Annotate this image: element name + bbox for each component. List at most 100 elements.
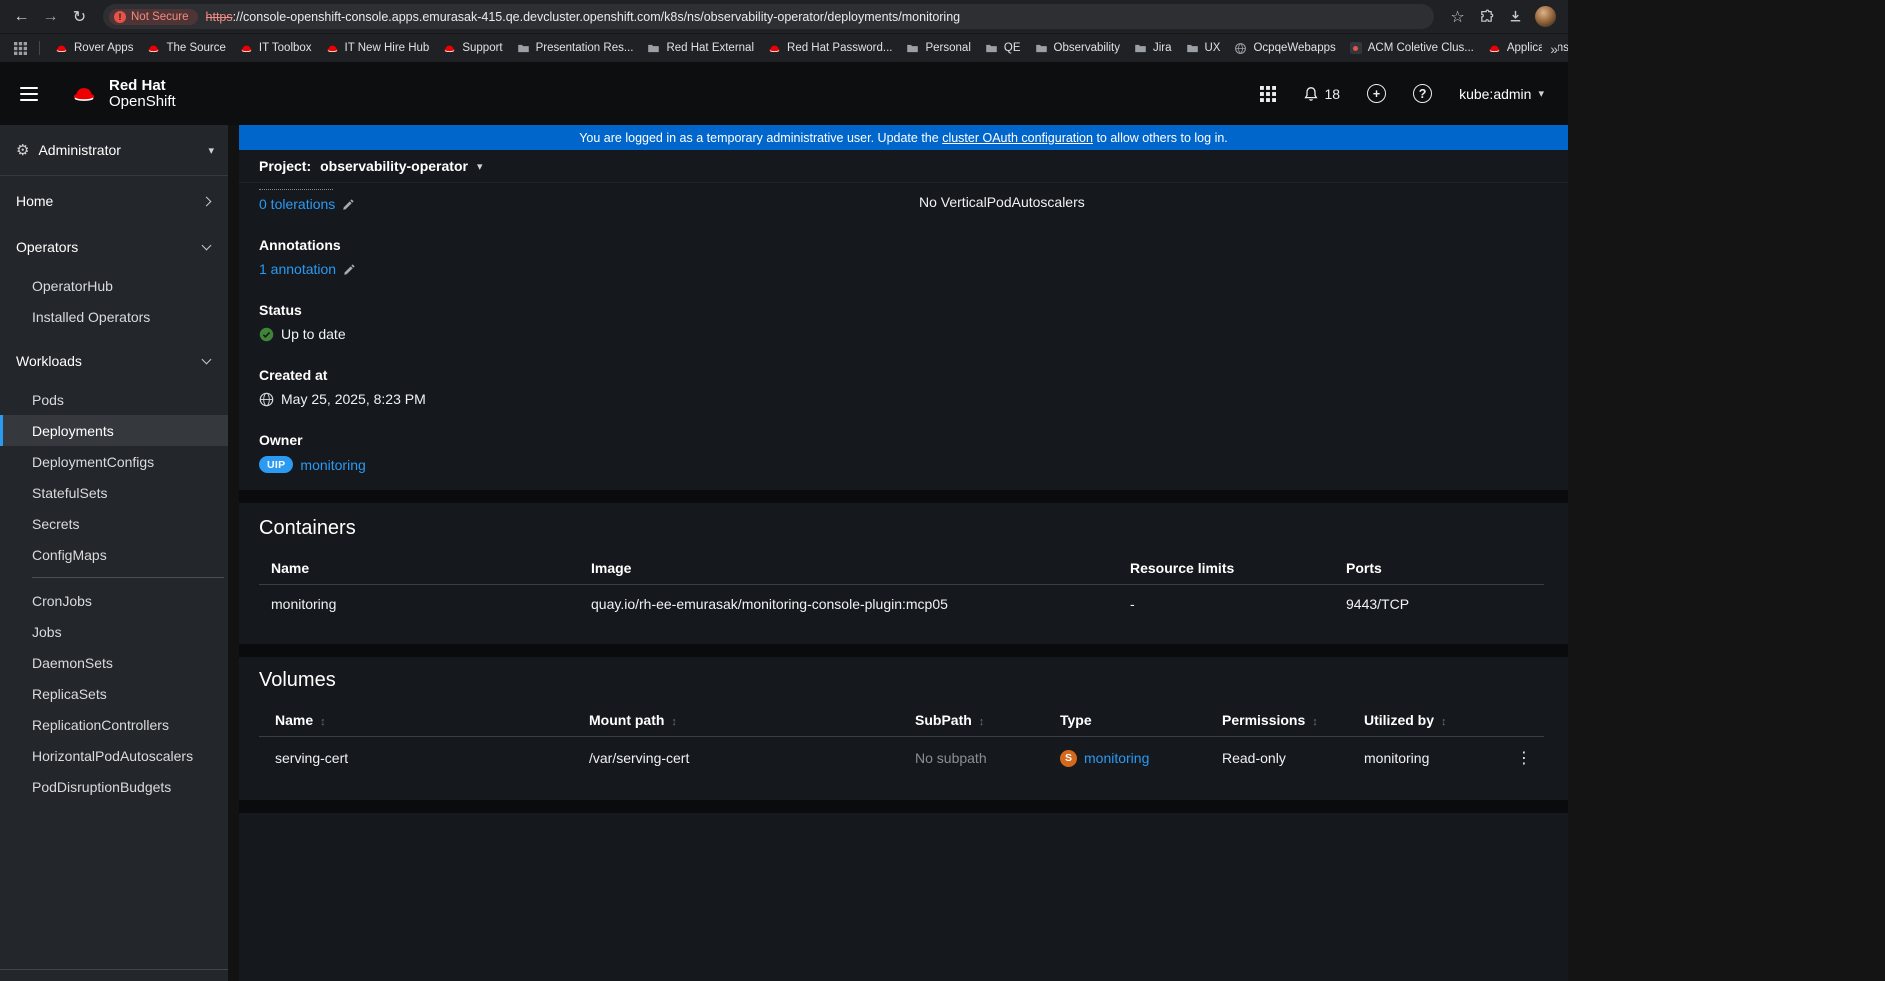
brand-line2: OpenShift xyxy=(109,92,176,110)
sidebar-item-replicasets[interactable]: ReplicaSets xyxy=(0,678,228,709)
sidebar: ⚙ Administrator ▾ Home Operators Operato… xyxy=(0,125,228,981)
volume-type: S monitoring xyxy=(1044,737,1206,780)
sidebar-item-deployments[interactable]: Deployments xyxy=(0,415,228,446)
edit-pencil-icon[interactable] xyxy=(343,263,356,276)
sort-icon[interactable]: ↕ xyxy=(671,716,677,728)
sidebar-item-pods[interactable]: Pods xyxy=(0,384,228,415)
project-value[interactable]: observability-operator xyxy=(320,158,468,174)
security-chip[interactable]: ! Not Secure xyxy=(109,8,198,25)
perspective-switcher[interactable]: ⚙ Administrator ▾ xyxy=(0,125,228,176)
help-icon[interactable]: ? xyxy=(1413,84,1433,103)
bookmark-item[interactable]: UX xyxy=(1180,39,1227,58)
menu-toggle-icon[interactable] xyxy=(20,77,54,111)
col-header-permissions[interactable]: Permissions ↕ xyxy=(1206,704,1348,737)
annotations-label: Annotations xyxy=(259,237,341,253)
bookmark-item[interactable]: Red Hat Password... xyxy=(762,39,898,58)
bookmark-item[interactable]: Support xyxy=(437,39,508,58)
edit-pencil-icon[interactable] xyxy=(342,198,355,211)
user-menu[interactable]: kube:admin ▾ xyxy=(1459,86,1544,102)
masthead-actions: 18 + ? kube:admin ▾ xyxy=(1259,84,1553,103)
sidebar-item-operators[interactable]: Operators xyxy=(0,224,228,270)
bookmark-item[interactable]: Presentation Res... xyxy=(511,39,640,58)
folder-icon xyxy=(1186,42,1199,55)
globe-favicon xyxy=(1235,42,1247,54)
notification-count: 18 xyxy=(1324,85,1341,102)
annotations-link[interactable]: 1 annotation xyxy=(259,261,336,277)
download-icon[interactable] xyxy=(1502,3,1529,30)
oauth-config-link[interactable]: cluster OAuth configuration xyxy=(942,131,1093,145)
sidebar-item-installed-operators[interactable]: Installed Operators xyxy=(0,301,228,332)
bookmarks-overflow-icon[interactable]: » xyxy=(1542,34,1558,62)
sidebar-item-operatorhub[interactable]: OperatorHub xyxy=(0,270,228,301)
address-bar[interactable]: ! Not Secure https://console-openshift-c… xyxy=(103,4,1434,29)
bookmark-item[interactable]: Observability xyxy=(1029,39,1126,58)
project-label: Project: xyxy=(259,158,312,174)
col-header-subpath[interactable]: SubPath ↕ xyxy=(899,704,1044,737)
bookmark-label: The Source xyxy=(166,42,226,54)
reload-icon[interactable]: ↻ xyxy=(66,3,93,30)
sort-icon[interactable]: ↕ xyxy=(320,716,326,728)
bookmark-label: Support xyxy=(462,42,503,54)
sidebar-bottom-divider xyxy=(0,969,228,970)
sort-icon[interactable]: ↕ xyxy=(979,716,985,728)
col-header-name[interactable]: Name ↕ xyxy=(259,704,573,737)
sidebar-item-replicationcontrollers[interactable]: ReplicationControllers xyxy=(0,709,228,740)
acm-favicon xyxy=(1349,42,1362,54)
brand-logo[interactable]: Red Hat OpenShift xyxy=(68,77,176,110)
containers-section: Containers Name Image Resource limits Po… xyxy=(239,503,1568,644)
col-header-utilized-by[interactable]: Utilized by ↕ xyxy=(1348,704,1500,737)
apps-grid-icon[interactable] xyxy=(10,38,30,58)
sidebar-item-cronjobs[interactable]: CronJobs xyxy=(0,585,228,616)
bookmark-item[interactable]: IT New Hire Hub xyxy=(320,39,436,58)
owner-link[interactable]: monitoring xyxy=(300,457,365,473)
bookmark-item[interactable]: OcpqeWebapps xyxy=(1228,39,1341,58)
sidebar-item-daemonsets[interactable]: DaemonSets xyxy=(0,647,228,678)
sidebar-item-workloads[interactable]: Workloads xyxy=(0,338,228,384)
container-ports: 9443/TCP xyxy=(1346,596,1410,612)
bookmark-item[interactable]: Rover Apps xyxy=(49,39,139,58)
bookmark-item[interactable]: Personal xyxy=(900,39,976,58)
bookmark-item[interactable]: Jira xyxy=(1128,39,1178,58)
sidebar-item-statefulsets[interactable]: StatefulSets xyxy=(0,477,228,508)
sidebar-item-secrets[interactable]: Secrets xyxy=(0,508,228,539)
bookmark-label: IT Toolbox xyxy=(258,42,312,54)
bookmark-item[interactable]: ACM Coletive Clus... xyxy=(1344,39,1480,57)
containers-title: Containers xyxy=(259,517,356,539)
sidebar-item-home[interactable]: Home xyxy=(0,178,228,224)
profile-avatar[interactable] xyxy=(1535,6,1556,27)
bell-icon xyxy=(1303,86,1318,101)
chevron-down-icon xyxy=(201,240,212,251)
back-icon[interactable]: ← xyxy=(8,3,35,30)
bookmark-label: Observability xyxy=(1053,42,1120,54)
bookmark-item[interactable]: IT Toolbox xyxy=(234,39,318,58)
bookmark-star-icon[interactable]: ☆ xyxy=(1444,3,1471,30)
extensions-icon[interactable] xyxy=(1473,3,1500,30)
chevron-down-icon[interactable]: ▾ xyxy=(477,160,483,173)
sidebar-item-horizontalpodautoscalers[interactable]: HorizontalPodAutoscalers xyxy=(0,740,228,771)
tolerations-link[interactable]: 0 tolerations xyxy=(259,196,335,212)
add-icon[interactable]: + xyxy=(1367,84,1387,103)
sidebar-item-deploymentconfigs[interactable]: DeploymentConfigs xyxy=(0,446,228,477)
sort-icon[interactable]: ↕ xyxy=(1441,716,1447,728)
user-name: kube:admin xyxy=(1459,85,1532,102)
col-header-name: Name xyxy=(259,552,579,585)
bookmark-label: IT New Hire Hub xyxy=(344,42,430,54)
sidebar-item-configmaps[interactable]: ConfigMaps xyxy=(0,539,228,570)
sort-icon[interactable]: ↕ xyxy=(1312,716,1318,728)
sidebar-item-poddisruptionbudgets[interactable]: PodDisruptionBudgets xyxy=(0,771,228,802)
bookmark-item[interactable]: Red Hat External xyxy=(641,39,760,58)
volume-type-link[interactable]: monitoring xyxy=(1084,750,1149,766)
sidebar-item-jobs[interactable]: Jobs xyxy=(0,616,228,647)
section-gap xyxy=(239,800,1568,813)
bookmark-label: Red Hat External xyxy=(666,42,755,54)
bookmark-item[interactable]: QE xyxy=(979,39,1027,58)
col-header-mount-path[interactable]: Mount path ↕ xyxy=(573,704,899,737)
content-below xyxy=(239,813,1568,981)
app-launcher-icon[interactable] xyxy=(1259,85,1276,102)
bookmark-item[interactable]: The Source xyxy=(141,39,231,58)
not-secure-icon: ! xyxy=(114,10,126,23)
kebab-menu-icon[interactable]: ⋮ xyxy=(1500,737,1544,780)
notifications-button[interactable]: 18 xyxy=(1303,85,1341,102)
forward-icon[interactable]: → xyxy=(37,3,64,30)
globe-icon xyxy=(259,392,274,406)
